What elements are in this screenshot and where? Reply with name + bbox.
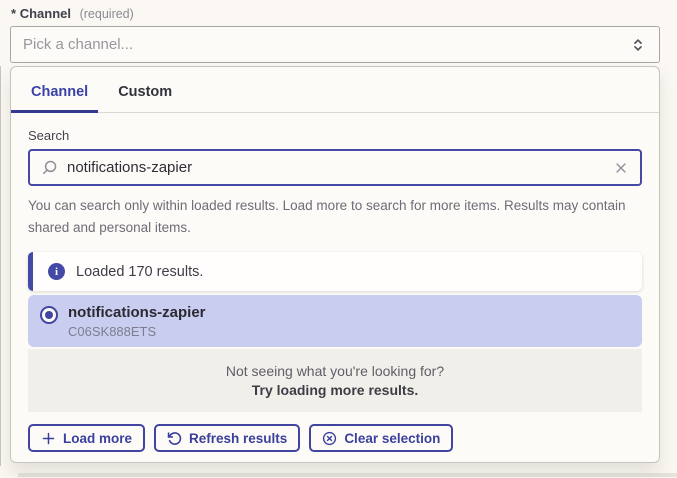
radio-selected-icon[interactable] xyxy=(40,306,58,324)
clear-search-icon[interactable] xyxy=(613,160,629,176)
info-banner-text: Loaded 170 results. xyxy=(76,264,203,280)
load-more-button[interactable]: Load more xyxy=(28,424,145,452)
refresh-results-label: Refresh results xyxy=(189,431,287,446)
channel-select-placeholder: Pick a channel... xyxy=(23,36,629,53)
dropdown-content: Search You can search only within loaded… xyxy=(11,128,659,452)
empty-hint-line2: Try loading more results. xyxy=(28,382,642,398)
search-label: Search xyxy=(28,128,642,143)
x-circle-icon xyxy=(322,431,337,446)
tab-custom[interactable]: Custom xyxy=(98,67,182,112)
option-text: notifications-zapier C06SK888ETS xyxy=(68,303,206,339)
load-more-label: Load more xyxy=(63,431,132,446)
field-label-text: Channel xyxy=(20,6,71,21)
option-title: notifications-zapier xyxy=(68,303,206,322)
search-help-text: You can search only within loaded result… xyxy=(28,195,642,239)
refresh-results-button[interactable]: Refresh results xyxy=(154,424,300,452)
refresh-icon xyxy=(167,431,182,446)
background-edge-line xyxy=(0,66,1,466)
required-marker: * xyxy=(11,6,16,21)
plus-icon xyxy=(41,431,56,446)
option-subtitle: C06SK888ETS xyxy=(68,324,206,339)
empty-hint-line1: Not seeing what you're looking for? xyxy=(28,363,642,379)
channel-option-selected[interactable]: notifications-zapier C06SK888ETS xyxy=(28,295,642,347)
search-input[interactable] xyxy=(67,159,604,176)
channel-select[interactable]: Pick a channel... xyxy=(10,26,660,63)
required-note: (required) xyxy=(80,7,134,21)
chevron-up-down-icon xyxy=(629,36,647,54)
clear-selection-button[interactable]: Clear selection xyxy=(309,424,453,452)
field-label: * Channel (required) xyxy=(11,6,134,21)
actions-row: Load more Refresh results xyxy=(28,424,642,452)
tab-channel[interactable]: Channel xyxy=(11,67,98,112)
empty-hint: Not seeing what you're looking for? Try … xyxy=(28,349,642,412)
info-icon: i xyxy=(48,263,65,280)
search-icon xyxy=(41,159,58,176)
channel-dropdown-panel: Channel Custom Search You can search onl… xyxy=(10,66,660,463)
next-element-edge xyxy=(18,473,677,477)
search-box xyxy=(28,149,642,186)
tab-bar: Channel Custom xyxy=(11,67,659,113)
info-banner: i Loaded 170 results. xyxy=(28,252,642,291)
clear-selection-label: Clear selection xyxy=(344,431,440,446)
